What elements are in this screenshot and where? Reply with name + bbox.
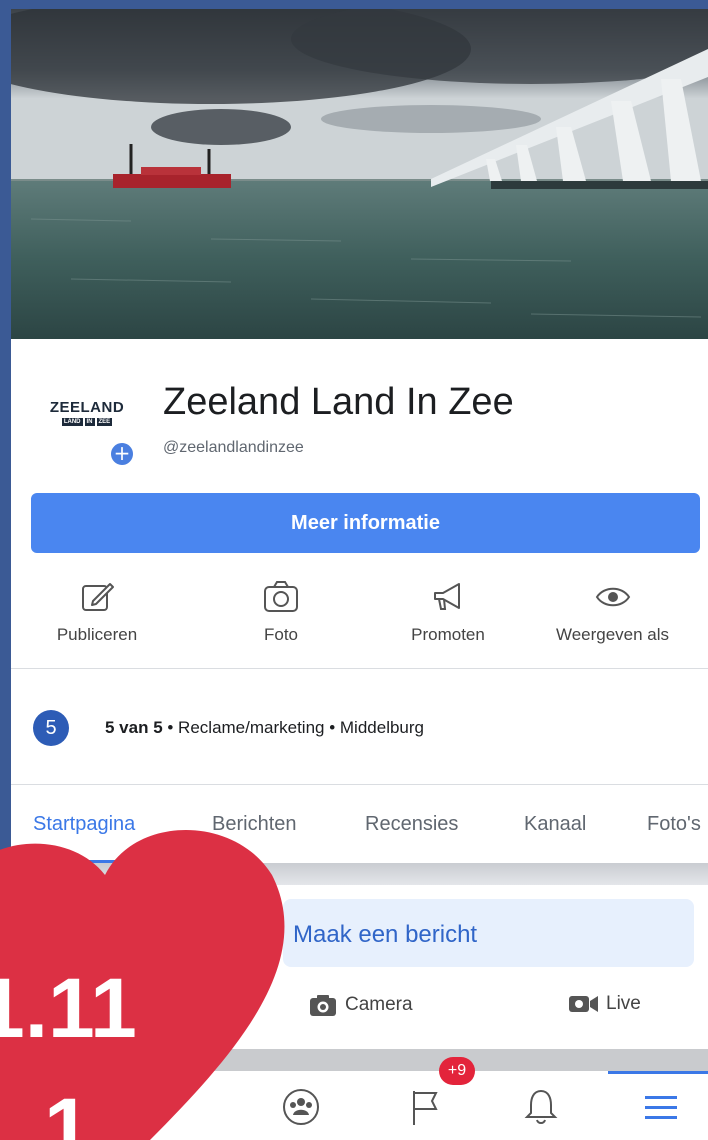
logo-word-zee: ZEE (96, 418, 113, 426)
action-promote[interactable]: Promoten (379, 577, 517, 657)
divider (11, 668, 708, 669)
action-view-as[interactable]: Weergeven als (517, 577, 708, 657)
cover-illustration (11, 9, 708, 339)
tab-fotos[interactable]: Foto's (647, 813, 701, 836)
active-nav-indicator (608, 1071, 708, 1074)
action-publish[interactable]: Publiceren (11, 577, 183, 657)
camera-icon (310, 995, 336, 1016)
cover-photo[interactable] (11, 9, 708, 339)
action-photo-label: Foto (263, 625, 299, 644)
more-info-button[interactable]: Meer informatie (31, 493, 700, 553)
camera-label: Camera (345, 994, 413, 1015)
overlay-number-line1: 1.11 (0, 961, 137, 1055)
create-post-placeholder[interactable]: Maak een bericht (293, 921, 477, 949)
page-logo: ZEELAND LAND IN ZEE (47, 399, 127, 426)
composer-avatar (48, 913, 100, 965)
page-tabs: Startpagina Berichten Recensies Kanaal F… (11, 785, 708, 863)
rating-summary[interactable]: 5 van 5 • Reclame/marketing • Middelburg (105, 718, 424, 738)
tab-berichten[interactable]: Berichten (212, 813, 297, 836)
tab-kanaal[interactable]: Kanaal (524, 813, 586, 836)
action-photo[interactable]: Foto (183, 577, 379, 657)
section-separator (11, 863, 708, 885)
rating-badge: 5 (33, 710, 69, 746)
action-promote-label: Promoten (411, 625, 485, 644)
groups-icon[interactable] (279, 1085, 323, 1129)
bottom-navigation (11, 1071, 708, 1140)
rating-score: 5 van 5 (105, 718, 163, 737)
eye-icon (517, 577, 708, 617)
edit-icon (11, 577, 183, 617)
page-title: Zeeland Land In Zee (163, 381, 514, 423)
megaphone-icon (379, 577, 517, 617)
tab-recensies[interactable]: Recensies (365, 813, 458, 836)
live-label: Live (606, 993, 641, 1014)
logo-wordmark: ZEELAND (49, 399, 125, 416)
rating-details: • Reclame/marketing • Middelburg (162, 718, 424, 737)
notification-badge: +9 (439, 1057, 475, 1085)
add-photo-plus-icon[interactable]: + (109, 441, 135, 467)
menu-icon[interactable] (639, 1085, 683, 1129)
tab-startpagina[interactable]: Startpagina (33, 813, 135, 836)
camera-icon (183, 577, 379, 617)
action-view-as-label: Weergeven als (555, 625, 670, 644)
live-button[interactable]: Live (568, 993, 641, 1015)
camera-button[interactable]: Camera (309, 993, 413, 1017)
bell-icon[interactable] (519, 1085, 563, 1129)
overlay-number-line2: 1 (44, 1081, 91, 1140)
page-actions: Publiceren Foto Promoten Weergeven als (11, 577, 708, 657)
logo-subline: LAND IN ZEE (47, 418, 127, 426)
logo-word-in: IN (84, 418, 95, 426)
page-handle[interactable]: @zeelandlandinzee (163, 439, 304, 457)
logo-word-land: LAND (61, 418, 83, 426)
flag-icon[interactable] (404, 1085, 448, 1129)
action-publish-label: Publiceren (56, 625, 138, 644)
video-icon (569, 996, 598, 1012)
